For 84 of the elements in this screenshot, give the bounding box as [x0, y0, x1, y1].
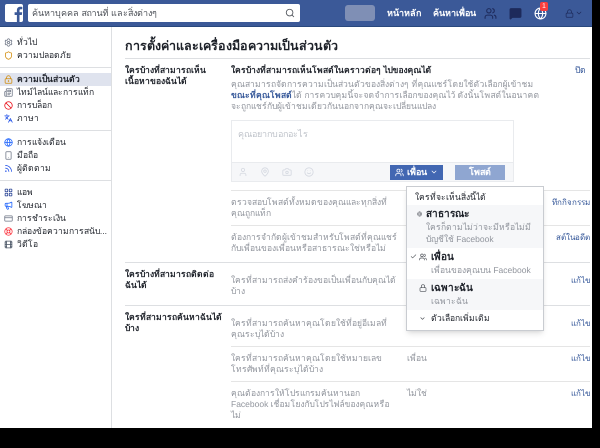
- lifebuoy-icon: [4, 227, 13, 236]
- sidebar-item[interactable]: มือถือ: [0, 149, 111, 162]
- setting-heading: ใครบ้างที่สามารถเห็นโพสต์ในคราวต่อๆ ไปของคุณได้: [231, 65, 432, 76]
- card-icon: [4, 214, 13, 223]
- people-icon: [419, 253, 427, 261]
- sidebar-item[interactable]: การชำระเงิน: [0, 212, 111, 225]
- phone-icon: [4, 151, 13, 160]
- option-title: เฉพาะฉัน: [431, 282, 473, 295]
- nav-link[interactable]: ค้นหาเพื่อน: [433, 8, 476, 18]
- option-title: เพื่อน: [431, 251, 531, 264]
- edit-link[interactable]: แก้ไข: [571, 319, 590, 328]
- setting-value: เพื่อน: [407, 353, 427, 363]
- edit-link[interactable]: ทึกกิจกรรม: [552, 198, 590, 207]
- audience-option[interactable]: สาธารณะ ใครก็ตามไม่ว่าจะมีหรือไม่มีบัญชีใช้ Facebook: [407, 205, 543, 248]
- sidebar-item[interactable]: วิดีโอ: [0, 238, 111, 251]
- camera-icon[interactable]: [282, 167, 292, 177]
- friends-icon[interactable]: [484, 6, 497, 20]
- audience-button[interactable]: เพื่อน: [390, 164, 443, 180]
- check-icon: [410, 253, 417, 260]
- grid-icon: [4, 188, 13, 197]
- sidebar-item[interactable]: การบล็อก: [0, 99, 111, 112]
- option-subtitle: ใครก็ตามไม่ว่าจะมีหรือไม่มีบัญชีใช้ Facebook: [426, 221, 532, 245]
- gear-icon: [4, 38, 13, 47]
- setting-description: ใครที่สามารถค้นหาคุณโดยใช้ที่อยู่อีเมลที่คุณระบุได้บ้าง: [231, 318, 388, 340]
- sidebar-item[interactable]: กล่องข้อความการสนับ...: [0, 225, 111, 238]
- close-link[interactable]: ปิด: [575, 65, 590, 76]
- person-icon[interactable]: [238, 167, 248, 177]
- lock-icon: [4, 75, 13, 84]
- caret-icon[interactable]: [575, 9, 583, 17]
- film-icon: [4, 240, 13, 249]
- lock-icon: [419, 284, 427, 292]
- section-label: ใครที่สามารถค้นหาฉันได้บ้าง: [125, 312, 223, 335]
- setting-description: ตรวจสอบโพสต์ทั้งหมดของคุณและทุกสิ่งที่คุณถูกแท็ก: [231, 197, 388, 219]
- option-title: สาธารณะ: [426, 208, 470, 221]
- search-icon[interactable]: [285, 8, 295, 18]
- option-subtitle: เฉพาะฉัน: [431, 295, 469, 307]
- setting-value: ไม่ใช่: [407, 388, 427, 398]
- audience-option[interactable]: เพื่อน เพื่อนของคุณบน Facebook: [407, 248, 543, 279]
- caret-icon: [419, 315, 426, 322]
- shield-icon: [4, 51, 13, 60]
- setting-description: ใครที่สามารถค้นหาคุณโดยใช้หมายเลขโทรศัพท์ที่คุณระบุได้บ้าง: [231, 353, 383, 375]
- location-icon[interactable]: [260, 167, 270, 177]
- smiley-icon[interactable]: [304, 167, 314, 177]
- nav-link[interactable]: หน้าหลัก: [387, 8, 421, 18]
- setting-description: คุณต้องการให้โปรแกรมค้นหานอก Facebook เชื่อมโยงกับโปรไฟล์ของคุณหรือไม่: [231, 388, 391, 421]
- section-label: ใครบ้างที่สามารถติดต่อฉันได้: [125, 269, 215, 292]
- edit-link[interactable]: แก้ไข: [571, 354, 590, 363]
- sidebar-item[interactable]: แอพ: [0, 186, 111, 199]
- messages-icon[interactable]: [509, 6, 522, 20]
- edit-link[interactable]: แก้ไข: [571, 276, 590, 285]
- setting-description: ใครที่สามารถส่งคำร้องขอเป็นเพื่อนกับคุณได้บ้าง: [231, 275, 397, 297]
- feed-icon: [4, 164, 13, 173]
- edit-link[interactable]: สต์ในอดีต: [556, 233, 590, 242]
- sidebar-item[interactable]: ภาษา: [0, 112, 111, 125]
- page-icon: [4, 88, 13, 97]
- sidebar-item[interactable]: โฆษณา: [0, 199, 111, 212]
- sidebar-item[interactable]: ความปลอดภัย: [0, 49, 111, 62]
- language-icon: [4, 114, 13, 123]
- edit-link[interactable]: แก้ไข: [571, 389, 590, 398]
- more-options[interactable]: ตัวเลือกเพิ่มเติม: [407, 310, 543, 327]
- megaphone-icon: [4, 201, 13, 210]
- profile-picture[interactable]: [345, 5, 375, 21]
- audience-option[interactable]: เฉพาะฉัน เฉพาะฉัน: [407, 279, 543, 310]
- setting-description: คุณสามารถจัดการความเป็นส่วนตัวของสิ่งต่างๆ ที่คุณแชร์โดยใช้ตัวเลือกผู้เข้าชม ขณะที่คุณโพสต์ได้ การควบคุมนี้จะจดจำการเลือกของคุณไว้ ดังนั้นโพสต์ในอนาคตจะถูกแชร์กับผู้เข้าชมเดียวกันนอกจากคุณจะเปลี่ยนแปลง: [231, 79, 541, 112]
- people-icon: [395, 168, 404, 176]
- globe-icon: [416, 210, 422, 218]
- logo-icon[interactable]: [5, 4, 23, 22]
- sidebar-item[interactable]: ไทม์ไลน์และการแท็ก: [0, 86, 111, 99]
- lock-icon[interactable]: [565, 8, 574, 18]
- sidebar-item[interactable]: ผู้ติดตาม: [0, 162, 111, 175]
- sidebar-item[interactable]: ทั่วไป: [0, 36, 111, 49]
- menu-title: ใครที่จะเห็นสิ่งนี้ได้: [414, 190, 487, 204]
- globe-icon: [4, 138, 13, 147]
- sidebar-item[interactable]: การแจ้งเตือน: [0, 136, 111, 149]
- section-label: ใครบ้างที่สามารถเห็นเนื้อหาของฉันได้: [125, 65, 207, 88]
- search-field[interactable]: ค้นหาบุคคล สถานที่ และสิ่งต่างๆ: [28, 4, 300, 22]
- sidebar-item[interactable]: ความเป็นส่วนตัว: [0, 73, 111, 86]
- block-icon: [4, 101, 13, 110]
- setting-description: ต้องการจำกัดผู้เข้าชมสำหรับโพสต์ที่คุณแชร์กับเพื่อนของเพื่อนหรือสาธารณะใช่หรือไม่: [231, 232, 398, 254]
- caret-icon: [430, 168, 438, 176]
- post-input[interactable]: คุณอยากบอกอะไร: [231, 120, 514, 162]
- notifications-icon[interactable]: [534, 6, 547, 20]
- page-title: การตั้งค่าและเครื่องมือความเป็นส่วนตัว: [125, 37, 590, 58]
- option-subtitle: เพื่อนของคุณบน Facebook: [431, 264, 531, 276]
